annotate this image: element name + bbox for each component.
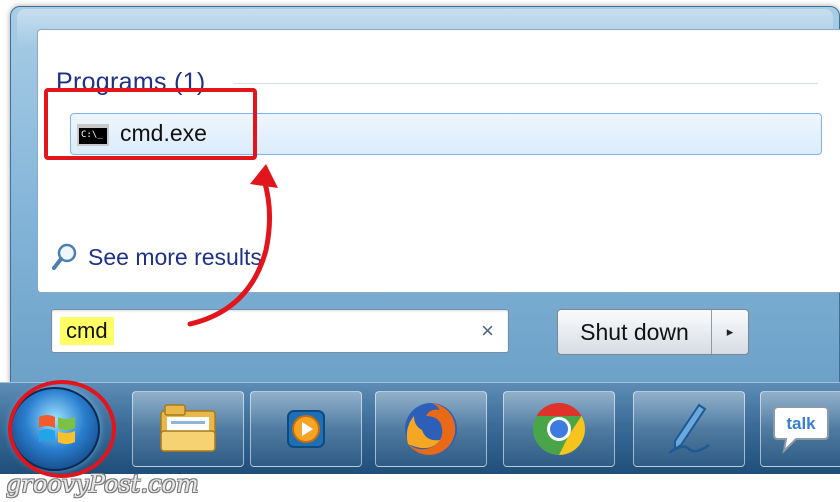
taskbar-item-google-talk[interactable]: talk — [760, 391, 840, 467]
talk-icon: talk — [772, 406, 829, 454]
firefox-icon — [405, 403, 457, 455]
clear-search-icon[interactable]: × — [481, 318, 494, 344]
shutdown-options-arrow-icon[interactable]: ▸ — [712, 310, 748, 354]
taskbar-item-explorer[interactable] — [132, 391, 244, 467]
pen-icon — [668, 403, 710, 455]
watermark: groovyPost.com — [6, 470, 199, 498]
taskbar-item-live-writer[interactable] — [633, 391, 745, 467]
talk-icon-label: talk — [786, 414, 816, 433]
shutdown-control: Shut down ▸ — [557, 309, 749, 355]
taskbar: talk — [0, 382, 840, 474]
search-query-text: cmd — [60, 317, 114, 345]
arrow-annotation — [187, 164, 278, 327]
media-player-icon — [287, 410, 325, 448]
start-button-circle-annotation — [8, 380, 116, 478]
search-icon — [52, 243, 77, 270]
taskbar-item-chrome[interactable] — [503, 391, 615, 467]
chrome-icon — [533, 403, 585, 455]
taskbar-item-media-player[interactable] — [250, 391, 362, 467]
search-results-pane: Programs (1) C:\_ cmd.exe See more resul… — [37, 29, 840, 293]
shutdown-button[interactable]: Shut down — [558, 310, 712, 354]
folder-icon — [160, 404, 216, 452]
section-divider — [233, 83, 818, 84]
start-menu: Programs (1) C:\_ cmd.exe See more resul… — [10, 6, 840, 398]
taskbar-item-firefox[interactable] — [375, 391, 487, 467]
highlight-box-annotation — [44, 88, 257, 160]
